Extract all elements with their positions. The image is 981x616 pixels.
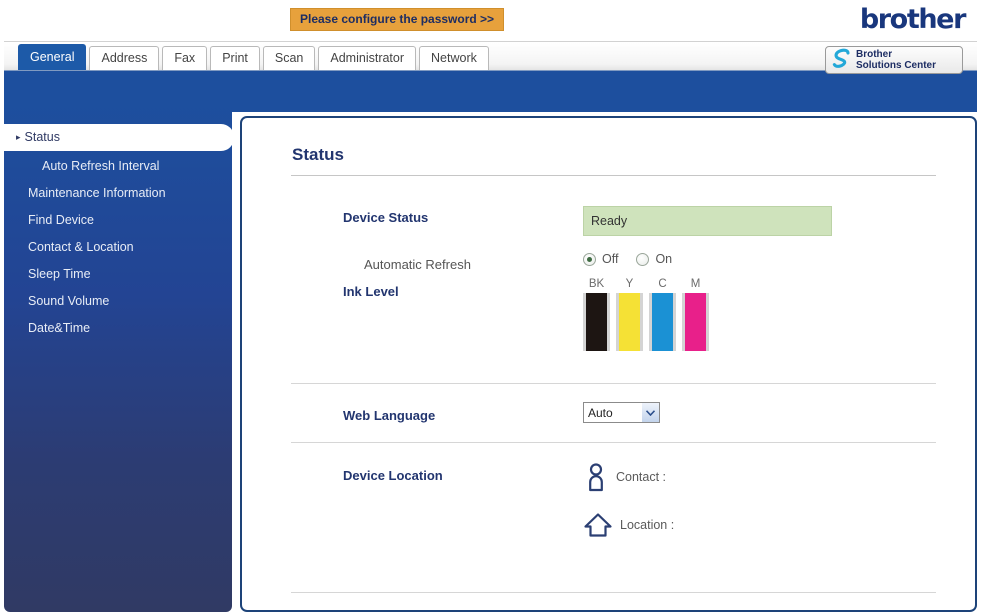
automatic-refresh-radio-on[interactable] [636, 252, 650, 266]
tab-scan[interactable]: Scan [262, 46, 316, 70]
ink-label-cyan: C [658, 278, 667, 290]
ink-fill-yellow [619, 293, 640, 351]
page-title: Status [292, 145, 344, 164]
ink-level-label: Ink Level [343, 284, 399, 299]
active-bullet-icon: ▸ [16, 132, 21, 142]
sidebar-item-label: Contact & Location [28, 240, 134, 254]
content-panel: Status Device Status Ready Automatic Ref… [240, 116, 977, 612]
sidebar-item-date-time[interactable]: Date&Time [4, 315, 232, 342]
bsc-line-2: Solutions Center [856, 60, 937, 71]
ink-gauge-magenta [682, 293, 709, 351]
tab-network[interactable]: Network [419, 46, 489, 70]
brother-logo: brother [859, 4, 967, 35]
tab-administrator[interactable]: Administrator [318, 46, 417, 70]
section-divider-1 [291, 383, 936, 384]
sidebar-item-label: Sleep Time [28, 267, 91, 281]
ink-fill-black [586, 293, 607, 351]
home-icon [584, 513, 612, 537]
web-language-value: Auto [588, 405, 613, 420]
tab-fax[interactable]: Fax [162, 46, 208, 70]
location-label: Location : [620, 518, 675, 532]
automatic-refresh-label: Automatic Refresh [364, 257, 471, 272]
contact-row: Contact : [583, 462, 673, 492]
web-language-label: Web Language [343, 408, 436, 423]
person-icon [589, 463, 603, 492]
section-divider-2 [291, 442, 936, 443]
section-divider-3 [291, 592, 936, 593]
tab-strip: General Address Fax Print Scan Administrator N… [4, 43, 977, 87]
ink-gauge-cyan [649, 293, 676, 351]
device-status-value: Ready [583, 206, 832, 236]
ink-fill-magenta [685, 293, 706, 351]
chevron-down-icon[interactable] [641, 403, 659, 422]
ink-cartridge-bars [583, 293, 709, 351]
printer-web-page: Please configure the password >> brother… [0, 0, 981, 616]
sidebar-item-label: Find Device [28, 213, 94, 227]
sidebar-item-label: Date&Time [28, 321, 91, 335]
automatic-refresh-radio-off[interactable] [583, 252, 596, 266]
web-language-select[interactable]: Auto [583, 402, 660, 423]
bsc-line-1: Brother [856, 49, 893, 60]
automatic-refresh-radio-label-on[interactable]: On [655, 252, 672, 266]
location-row: Location : [583, 511, 681, 539]
brother-s-swoosh-icon [832, 48, 850, 68]
ink-label-yellow: Y [625, 278, 634, 290]
sidebar-item-maintenance-information[interactable]: Maintenance Information [4, 180, 232, 207]
ink-gauge-yellow [616, 293, 643, 351]
tab-general[interactable]: General [18, 44, 87, 70]
ink-cartridge-labels: BK Y C M [583, 278, 709, 290]
ink-label-magenta: M [690, 278, 701, 290]
tab-address[interactable]: Address [89, 46, 160, 70]
sidebar-item-label: Status [24, 130, 60, 144]
ink-label-black: BK [588, 278, 605, 290]
sidebar-item-label: Sound Volume [28, 294, 110, 308]
title-divider [291, 175, 936, 176]
sidebar-item-contact-location[interactable]: Contact & Location [4, 234, 232, 261]
brother-solutions-center-label: Brother Solutions Center [856, 49, 936, 71]
device-status-label: Device Status [343, 210, 429, 225]
contact-label: Contact : [616, 470, 667, 484]
sidebar-item-status[interactable]: ▸ Status [4, 124, 232, 151]
configure-password-banner[interactable]: Please configure the password >> [290, 8, 505, 31]
top-header-bar: Please configure the password >> brother [4, 2, 977, 42]
ink-gauge-black [583, 293, 610, 351]
sidebar-navigation: ▸ Status Auto Refresh Interval Maintenance … [4, 104, 232, 612]
tab-list: General Address Fax Print Scan Administrator N… [18, 44, 489, 70]
ink-fill-cyan [652, 293, 673, 351]
brother-solutions-center-button[interactable]: Brother Solutions Center [825, 46, 963, 74]
device-location-label: Device Location [343, 468, 443, 483]
automatic-refresh-radio-label-off[interactable]: Off [602, 252, 618, 266]
sidebar-item-sleep-time[interactable]: Sleep Time [4, 261, 232, 288]
sidebar-item-label: Auto Refresh Interval [42, 159, 160, 173]
sidebar-item-auto-refresh-interval[interactable]: Auto Refresh Interval [4, 153, 232, 180]
sidebar-item-label: Maintenance Information [28, 186, 166, 200]
automatic-refresh-radio-group: Off On [583, 252, 684, 266]
sidebar-item-sound-volume[interactable]: Sound Volume [4, 288, 232, 315]
ink-level-gauges: BK Y C M [583, 278, 709, 351]
tab-print[interactable]: Print [210, 46, 260, 70]
sidebar-item-find-device[interactable]: Find Device [4, 207, 232, 234]
